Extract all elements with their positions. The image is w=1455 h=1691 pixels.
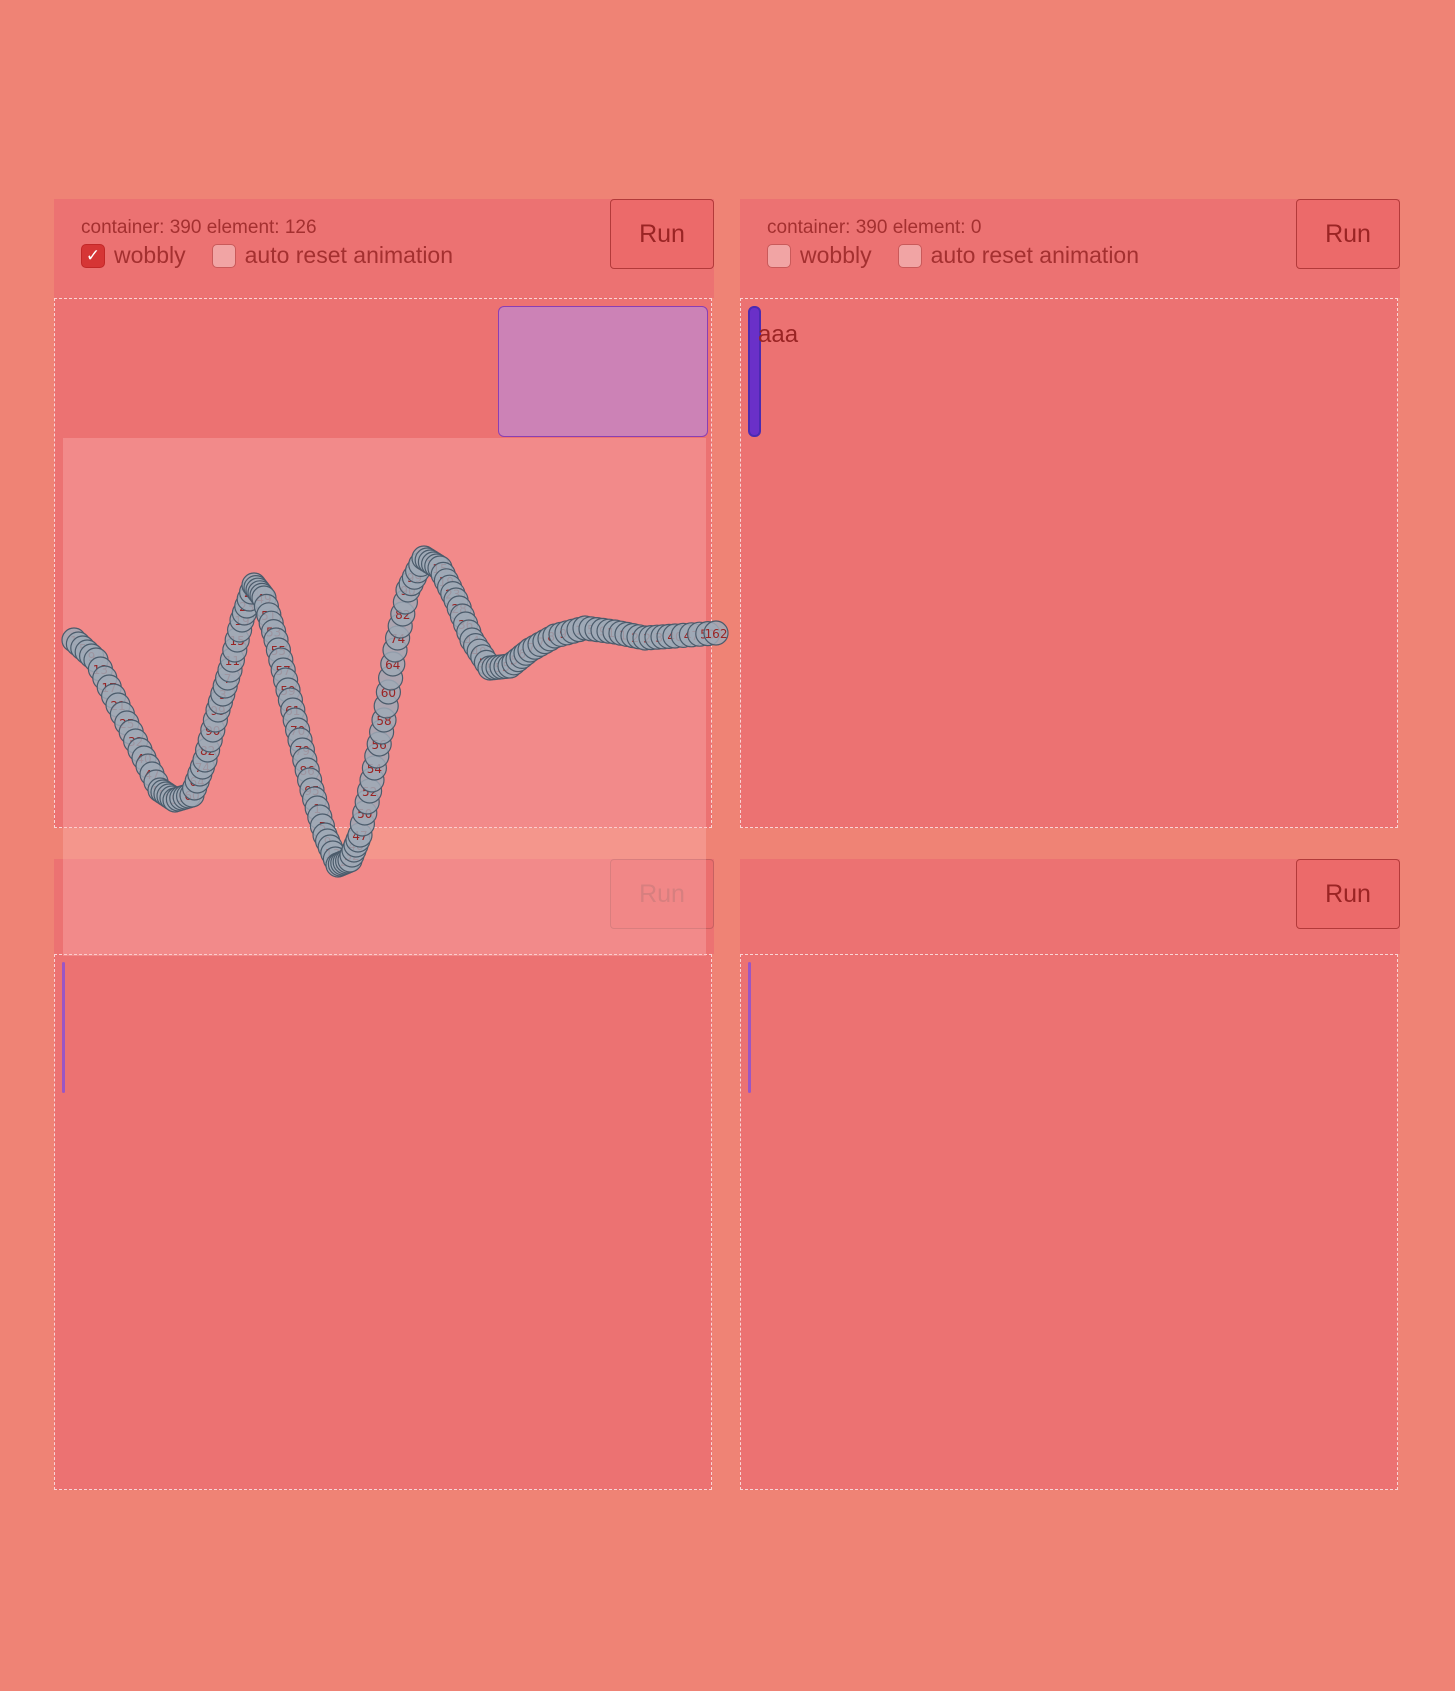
animation-demo-grid: container: 390 element: 126 ✓ wobbly aut… <box>54 199 1401 1492</box>
auto-reset-option[interactable]: auto reset animation <box>211 242 454 269</box>
auto-reset-option[interactable]: auto reset animation <box>897 242 1140 269</box>
size-stats: container: 390 element: 126 <box>81 217 317 238</box>
wobbly-checkbox[interactable] <box>767 243 791 268</box>
panel-header: container: 390 element: 0 wobbly auto re… <box>740 199 1400 298</box>
panel-header: Run <box>740 859 1400 954</box>
run-button[interactable]: Run <box>1296 859 1400 929</box>
wobbly-label: wobbly <box>114 242 186 268</box>
options-row: ✓ wobbly auto reset animation <box>81 242 479 269</box>
run-button[interactable]: Run <box>610 859 714 929</box>
animation-stage <box>54 298 712 828</box>
wobbly-option[interactable]: wobbly <box>767 242 872 269</box>
auto-reset-checkbox[interactable] <box>897 243 922 268</box>
animated-box <box>748 962 751 1093</box>
run-button[interactable]: Run <box>1296 199 1400 269</box>
animation-stage <box>54 954 712 1490</box>
options-row: wobbly auto reset animation <box>767 242 1165 269</box>
animated-box <box>62 962 65 1093</box>
auto-reset-label: auto reset animation <box>244 242 454 268</box>
size-stats: container: 390 element: 0 <box>767 217 982 238</box>
panel-header: Run <box>54 859 714 954</box>
wobbly-checkbox[interactable]: ✓ <box>81 243 105 268</box>
animation-stage <box>740 954 1398 1490</box>
animation-stage: aaa <box>740 298 1398 828</box>
wobbly-label: wobbly <box>800 242 872 268</box>
panel-header: container: 390 element: 126 ✓ wobbly aut… <box>54 199 714 298</box>
element-text: aaa <box>758 321 799 348</box>
auto-reset-label: auto reset animation <box>930 242 1140 268</box>
auto-reset-checkbox[interactable] <box>211 243 236 268</box>
animated-box <box>498 306 708 437</box>
wobbly-option[interactable]: ✓ wobbly <box>81 242 186 269</box>
run-button[interactable]: Run <box>610 199 714 269</box>
